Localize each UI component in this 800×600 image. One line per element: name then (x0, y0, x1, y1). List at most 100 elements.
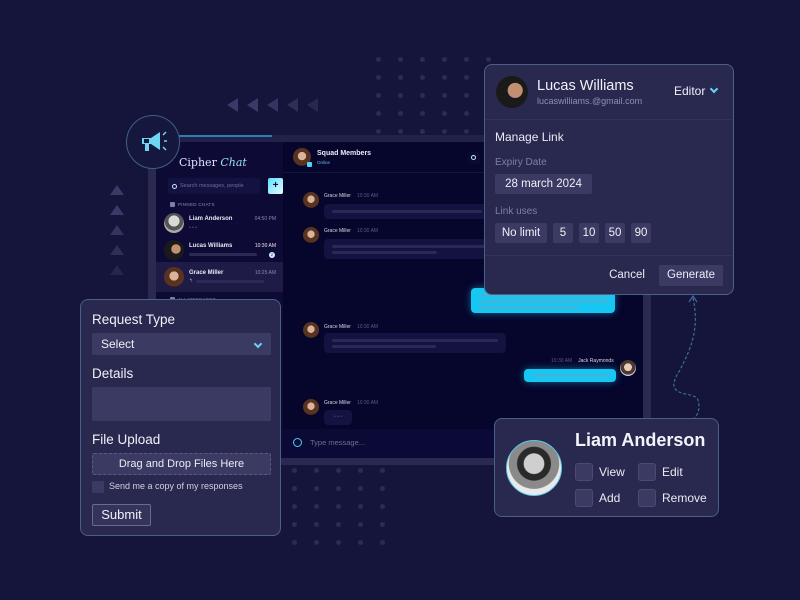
message-bubble (324, 204, 494, 219)
chat-item-name: Liam Anderson (189, 216, 233, 222)
manage-link-panel: Lucas Williams lucaswilliams.@gmail.com … (484, 64, 734, 295)
emoji-icon[interactable] (293, 438, 302, 447)
expiry-date-field[interactable]: 28 march 2024 (495, 174, 592, 194)
message-time: 10:30 AM (356, 324, 379, 330)
divider (485, 119, 733, 120)
search-placeholder: Search messages, people (180, 183, 244, 189)
add-label: Add (599, 491, 621, 505)
chevron-down-icon (253, 339, 263, 349)
logo-text: Cipher (179, 156, 217, 169)
message-meta: Grace Miller 10:30 AM (324, 193, 378, 199)
typing-bubble: • • • (324, 410, 352, 425)
message-time: 10:30 AM (356, 228, 379, 234)
role-dropdown[interactable]: Editor (674, 84, 719, 98)
decorative-arrow-icon (110, 245, 124, 255)
decorative-arrow-icon (247, 98, 258, 112)
avatar (164, 267, 184, 287)
section-title: Manage Link (495, 130, 564, 144)
outgoing-message-bubble (524, 369, 616, 382)
link-uses-label: Link uses (495, 206, 538, 217)
file-upload-label: File Upload (92, 432, 161, 447)
request-form-panel: Request Type Select Details File Upload … (80, 299, 281, 536)
message-time: 10:30 AM (356, 193, 379, 199)
search-icon (471, 155, 476, 160)
edit-checkbox[interactable] (638, 463, 656, 481)
decorative-arrow-icon (227, 98, 238, 112)
unread-badge: 2 (269, 252, 275, 258)
edit-label: Edit (662, 465, 683, 479)
chat-item-liam-anderson[interactable]: Liam Anderson 04:50 PM • • • (156, 208, 283, 238)
online-indicator (307, 162, 312, 167)
user-email: lucaswilliams.@gmail.com (537, 96, 643, 106)
reply-icon: ↰ (189, 278, 194, 284)
permissions-panel: Liam Anderson View Edit Add Remove (494, 418, 719, 517)
message-input-placeholder: Type message... (310, 438, 366, 447)
message-avatar (303, 322, 319, 338)
conversation-title: Squad Members (317, 150, 372, 157)
megaphone-icon (142, 131, 167, 151)
message-meta: Grace Miller 10:30 AM (324, 228, 378, 234)
typing-indicator: • • • (189, 225, 198, 231)
cancel-button[interactable]: Cancel (603, 265, 651, 286)
add-checkbox[interactable] (575, 489, 593, 507)
remove-label: Remove (662, 491, 707, 505)
message-avatar (303, 227, 319, 243)
message-author: Grace Miller (324, 228, 351, 234)
conversation-search-button[interactable] (468, 152, 480, 164)
message-author: Jack Raymonds (578, 358, 614, 364)
role-value: Editor (674, 84, 706, 98)
message-preview (189, 253, 257, 256)
link-uses-option-10[interactable]: 10 (579, 223, 599, 243)
link-uses-option-no-limit[interactable]: No limit (495, 223, 547, 243)
link-uses-option-5[interactable]: 5 (553, 223, 573, 243)
details-label: Details (92, 366, 134, 381)
message-author: Grace Miller (324, 324, 351, 330)
announcement-badge (126, 115, 180, 169)
chevron-down-icon (710, 84, 719, 94)
link-uses-option-90[interactable]: 90 (631, 223, 651, 243)
decorative-arrow-icon (267, 98, 278, 112)
message-avatar (303, 192, 319, 208)
pin-icon (170, 202, 175, 207)
chat-item-time: 04:50 PM (254, 216, 276, 222)
message-time: 10:30 AM (551, 358, 573, 364)
submit-button[interactable]: Submit (92, 504, 151, 526)
message-bubble (324, 333, 506, 353)
chat-item-grace-miller[interactable]: Grace Miller 10:25 AM ↰ (156, 262, 283, 292)
search-icon (172, 183, 177, 189)
copy-responses-label: Send me a copy of my responses (109, 481, 243, 491)
details-textarea[interactable] (92, 387, 271, 421)
search-input[interactable]: Search messages, people (168, 178, 260, 194)
generate-button[interactable]: Generate (659, 265, 723, 286)
message-avatar (620, 360, 636, 376)
avatar (164, 240, 184, 260)
message-author: Grace Miller (324, 193, 351, 199)
decorative-arrow-icon (287, 98, 298, 112)
pinned-chats-heading: PINNED CHATS (170, 202, 215, 207)
chat-item-time: 10:25 AM (254, 270, 276, 276)
copy-responses-checkbox[interactable] (92, 481, 104, 493)
user-name: Liam Anderson (575, 430, 706, 450)
expiry-date-label: Expiry Date (495, 157, 547, 168)
user-avatar (496, 76, 528, 108)
remove-checkbox[interactable] (638, 489, 656, 507)
message-bubble (324, 239, 494, 259)
message-preview (196, 280, 264, 283)
new-chat-button[interactable]: + (268, 178, 283, 194)
user-name: Lucas Williams (537, 78, 634, 94)
request-type-value: Select (101, 337, 135, 351)
file-drop-zone[interactable]: Drag and Drop Files Here (92, 453, 271, 475)
message-author: Grace Miller (324, 400, 351, 406)
message-meta: 10:30 AM Jack Raymonds (551, 358, 614, 364)
request-type-select[interactable]: Select (92, 333, 271, 355)
chat-item-name: Lucas Williams (189, 243, 233, 249)
decorative-dots (376, 57, 491, 134)
message-meta: Grace Miller 10:30 AM (324, 400, 378, 406)
decorative-arrow-icon (110, 205, 124, 215)
avatar (164, 213, 184, 233)
message-meta: Grace Miller 10:30 AM (324, 324, 378, 330)
chat-item-lucas-williams[interactable]: Lucas Williams 10:30 AM 2 (156, 235, 283, 265)
conversation-status: Online (317, 160, 331, 165)
link-uses-option-50[interactable]: 50 (605, 223, 625, 243)
view-checkbox[interactable] (575, 463, 593, 481)
